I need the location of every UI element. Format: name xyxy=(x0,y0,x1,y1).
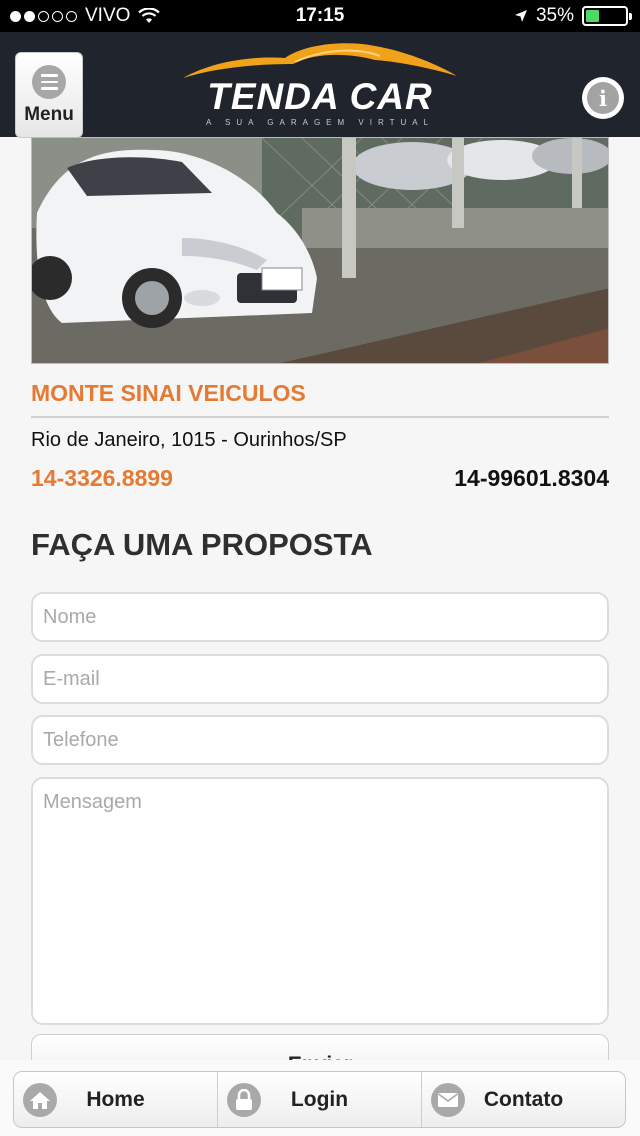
location-arrow-icon xyxy=(514,10,527,22)
dealer-phone-landline[interactable]: 14-3326.8899 xyxy=(31,465,173,492)
tenda-car-logo[interactable]: TENDA CAR A SUA GARAGEM VIRTUAL xyxy=(175,38,465,127)
logo-text: TENDA CAR xyxy=(207,76,433,117)
phone-field[interactable] xyxy=(31,715,609,765)
divider xyxy=(31,416,609,418)
nav-login-label: Login xyxy=(290,1087,349,1111)
home-icon xyxy=(23,1083,57,1117)
status-right: 35% xyxy=(514,5,632,27)
nav-home-label: Home xyxy=(86,1087,145,1111)
logo-tagline: A SUA GARAGEM VIRTUAL xyxy=(205,118,435,127)
lock-icon xyxy=(227,1083,261,1117)
envelope-icon xyxy=(431,1083,465,1117)
dealer-phone-mobile[interactable]: 14-99601.8304 xyxy=(454,465,609,492)
nav-contact[interactable]: Contato xyxy=(422,1072,625,1127)
email-field[interactable] xyxy=(31,654,609,704)
dealer-address: Rio de Janeiro, 1015 - Ourinhos/SP xyxy=(31,429,347,451)
battery-icon xyxy=(582,6,632,26)
form-title: FAÇA UMA PROPOSTA xyxy=(31,527,373,562)
menu-button[interactable]: Menu xyxy=(15,52,83,138)
menu-label: Menu xyxy=(24,104,74,125)
bottom-nav: Home Login Contato xyxy=(13,1071,626,1128)
vehicle-photo xyxy=(31,137,609,364)
app-header: Menu TENDA CAR A SUA GARAGEM VIRTUAL i xyxy=(0,32,640,138)
hamburger-icon xyxy=(32,65,66,99)
nav-home[interactable]: Home xyxy=(14,1072,218,1127)
dealer-name: MONTE SINAI VEICULOS xyxy=(31,380,306,406)
info-icon: i xyxy=(587,82,619,114)
nav-login[interactable]: Login xyxy=(218,1072,422,1127)
status-bar: VIVO 17:15 35% xyxy=(0,0,640,32)
vehicle-photo-image xyxy=(32,138,608,363)
message-field[interactable] xyxy=(31,777,609,1025)
bottom-bar: Home Login Contato xyxy=(0,1060,640,1136)
nav-contact-label: Contato xyxy=(483,1087,564,1111)
info-button[interactable]: i xyxy=(582,77,624,119)
name-field[interactable] xyxy=(31,592,609,642)
battery-percent: 35% xyxy=(535,5,574,26)
